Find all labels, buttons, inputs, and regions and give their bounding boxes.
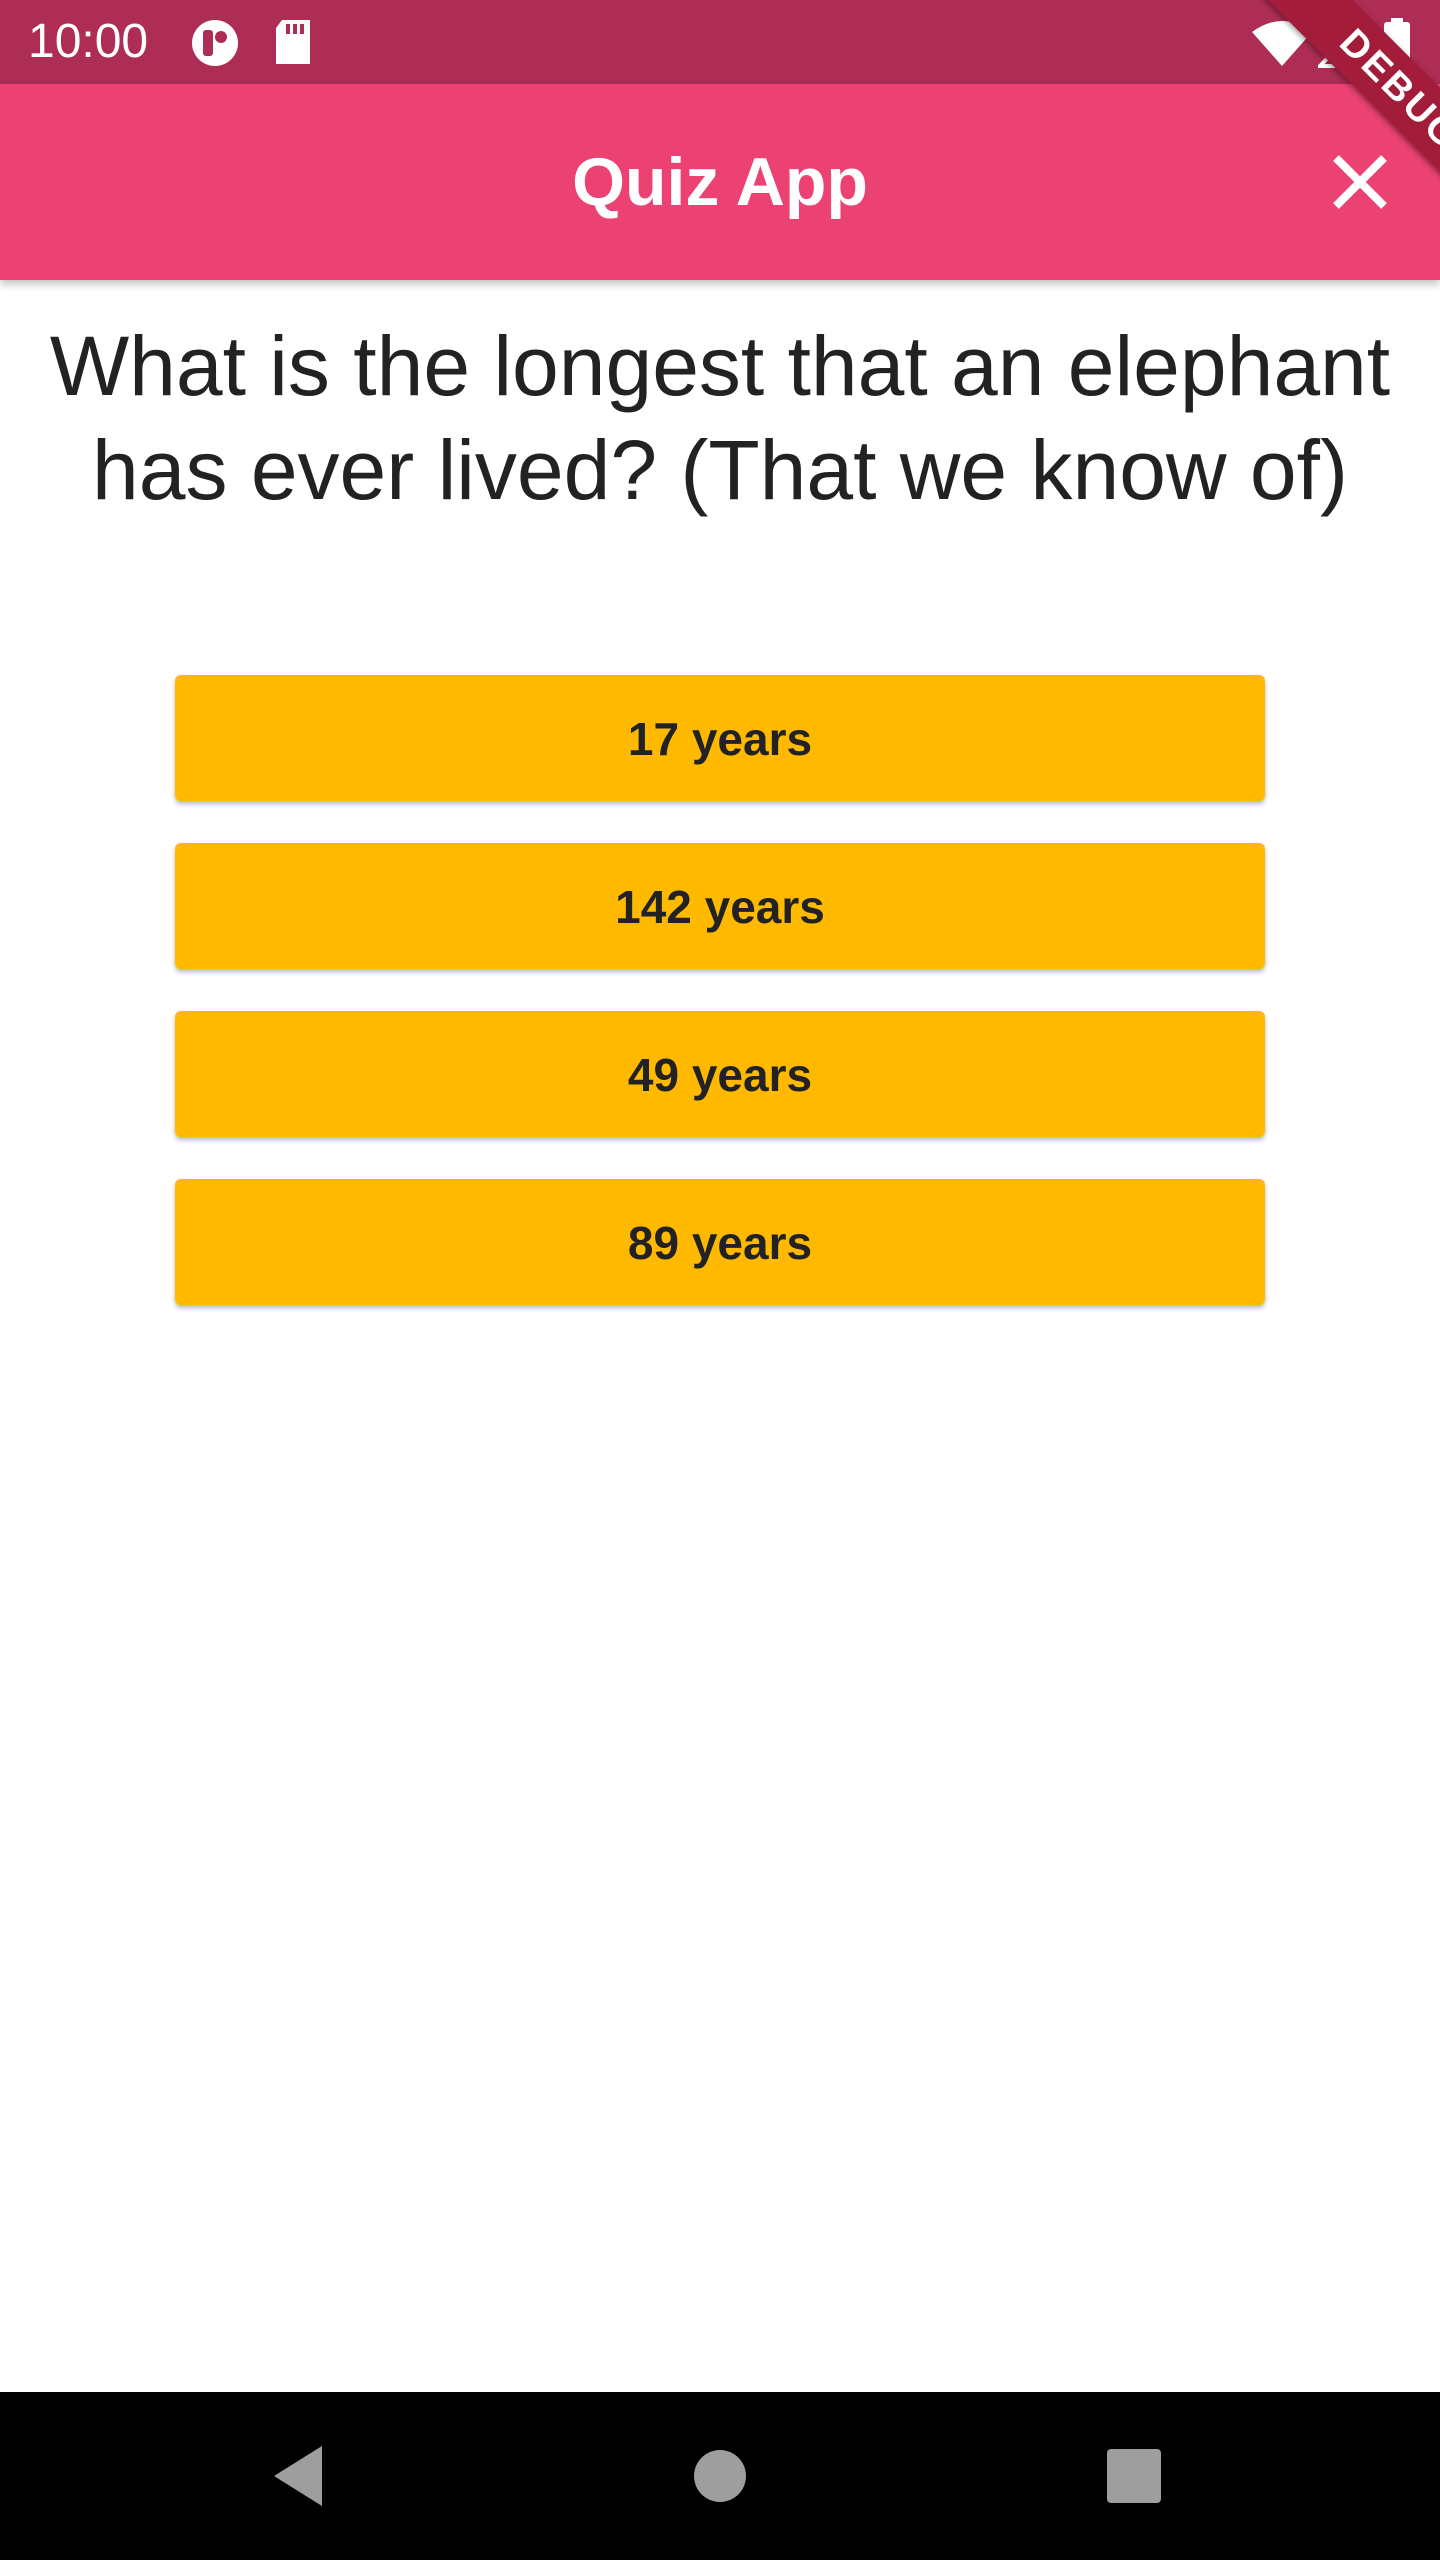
media-icon	[192, 20, 238, 66]
battery-icon	[1384, 18, 1410, 66]
back-button[interactable]	[260, 2436, 340, 2516]
app-title: Quiz App	[572, 144, 868, 220]
answer-list: 17 years 142 years 49 years 89 years	[175, 675, 1265, 1347]
status-bar: 10:00	[0, 0, 1440, 84]
answer-button-4[interactable]: 89 years	[175, 1179, 1265, 1305]
answer-button-2[interactable]: 142 years	[175, 843, 1265, 969]
recents-button[interactable]	[1094, 2436, 1174, 2516]
question-text: What is the longest that an elephant has…	[49, 319, 1391, 517]
signal-icon	[1318, 18, 1366, 68]
home-icon	[694, 2450, 746, 2502]
home-button[interactable]	[680, 2436, 760, 2516]
app-bar: Quiz App	[0, 84, 1440, 280]
close-icon	[1333, 155, 1387, 209]
recents-icon	[1107, 2449, 1161, 2503]
answer-button-1[interactable]: 17 years	[175, 675, 1265, 801]
status-time: 10:00	[28, 15, 149, 68]
sd-card-icon	[276, 20, 310, 64]
back-icon	[274, 2446, 322, 2506]
wifi-icon	[1252, 21, 1312, 66]
close-button[interactable]	[1320, 142, 1400, 222]
answer-button-3[interactable]: 49 years	[175, 1011, 1265, 1137]
navigation-bar	[0, 2392, 1440, 2560]
